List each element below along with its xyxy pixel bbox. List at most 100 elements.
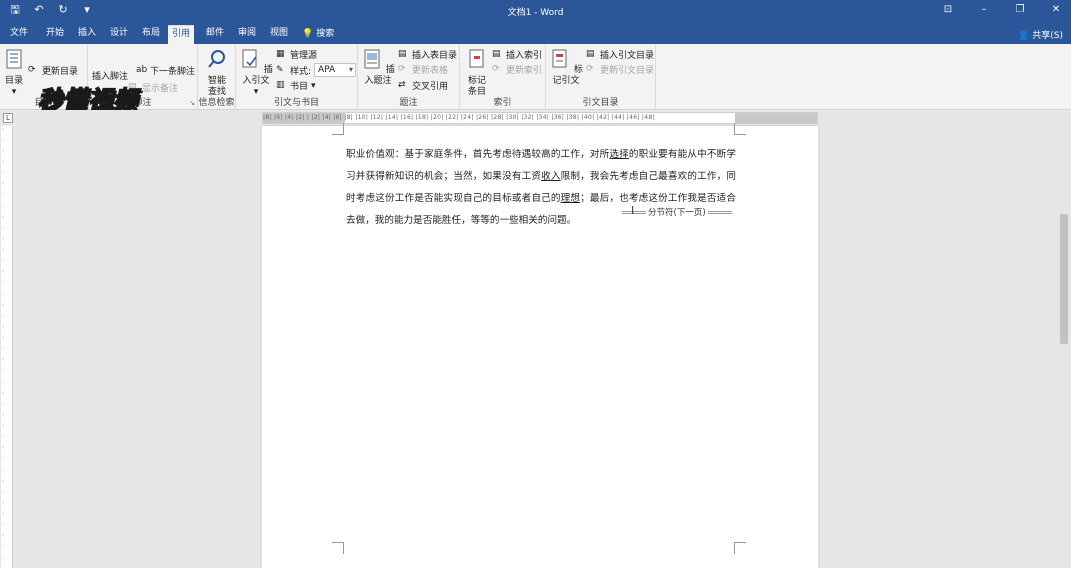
style-icon: ✎	[276, 64, 284, 75]
mark-citation-button[interactable]: 标记引文	[548, 48, 584, 87]
next-footnote-label: 下一条脚注	[150, 67, 196, 77]
style-dropdown[interactable]: APA	[314, 63, 357, 77]
cross-reference-button[interactable]: ⇄ 交叉引用	[398, 79, 448, 92]
ribbon-tabs: 文件 开始 插入 设计 布局 引用 邮件 审阅 视图 💡 搜索 👤 共享(S)	[0, 22, 1071, 44]
close-icon[interactable]: ✕	[1049, 3, 1063, 17]
body-paragraph[interactable]: 职业价值观：基于家庭条件，首先考虑待遇较高的工作，对所选择的职业要有能从中不断学…	[346, 144, 736, 232]
tell-me-search[interactable]: 💡 搜索	[298, 25, 338, 44]
insert-caption-icon	[364, 49, 380, 69]
vertical-ruler-tick: ·	[2, 434, 4, 441]
vertical-ruler-tick: ·	[2, 489, 4, 496]
bibliography-label: 书目	[290, 82, 309, 92]
group-index: 标记 条目 ▤ 插入索引 ⟳ 更新索引 索引	[460, 44, 546, 110]
insert-index-button[interactable]: ▤ 插入索引	[492, 48, 542, 61]
minimize-icon[interactable]: –	[977, 3, 991, 17]
window-controls: ⊡ – ❐ ✕	[941, 3, 1063, 17]
update-index-button[interactable]: ⟳ 更新索引	[492, 63, 542, 76]
smart-lookup-icon	[208, 50, 225, 68]
group-label-toa: 引文目录	[582, 98, 619, 108]
group-label-captions: 题注	[399, 98, 418, 108]
document-canvas: 职业价值观：基于家庭条件，首先考虑待遇较高的工作，对所选择的职业要有能从中不断学…	[14, 123, 1057, 568]
vertical-ruler-tick: ·	[2, 236, 4, 243]
tab-mailings[interactable]: 邮件	[202, 25, 228, 44]
footnote-dialog-launcher-icon[interactable]: ↘	[189, 99, 195, 107]
style-selector[interactable]: ✎ 样式: APA	[276, 63, 357, 77]
vertical-ruler-tick: ·	[2, 214, 4, 221]
tab-file[interactable]: 文件	[6, 25, 32, 44]
vertical-ruler-tick: ·	[2, 555, 4, 562]
insert-toa-label: 插入引文目录	[600, 51, 655, 61]
update-toc-button[interactable]: ⟳ 更新目录	[28, 64, 78, 77]
insert-toa-button[interactable]: ▤ 插入引文目录	[586, 48, 654, 61]
vertical-ruler-tick: ·	[2, 302, 4, 309]
vertical-ruler-tick: ·	[2, 533, 4, 540]
tab-layout[interactable]: 布局	[138, 25, 164, 44]
insert-index-label: 插入索引	[506, 51, 543, 61]
group-table-of-authorities: 标记引文 ▤ 插入引文目录 ⟳ 更新引文目录 引文目录	[546, 44, 656, 110]
vertical-ruler-tick: ·	[2, 456, 4, 463]
insert-table-of-figures-label: 插入表目录	[412, 51, 458, 61]
vertical-ruler-tick: ·	[2, 313, 4, 320]
section-break-label: 分节符(下一页)	[648, 208, 706, 218]
vertical-ruler-tick: ·	[2, 192, 4, 199]
insert-caption-button[interactable]: 插入题注	[360, 48, 396, 87]
tab-review[interactable]: 审阅	[234, 25, 260, 44]
insert-citation-button[interactable]: 插入引文 ▾	[238, 48, 274, 98]
vertical-ruler[interactable]: · · · · · · · · · · · · · · · · · · · · · · · · · · · · · · · · · · · · · · · ·	[1, 126, 13, 568]
underlined-word-1: 选择	[609, 149, 629, 160]
vertical-ruler-tick: ·	[2, 401, 4, 408]
restore-icon[interactable]: ❐	[1013, 3, 1027, 17]
manage-sources-button[interactable]: ▦ 管理源	[276, 48, 317, 61]
vertical-ruler-tick: ·	[2, 500, 4, 507]
lightbulb-icon: 💡	[302, 29, 314, 39]
bibliography-icon: ▥	[276, 80, 285, 90]
tab-references[interactable]: 引用	[168, 25, 195, 44]
vertical-ruler-tick: ·	[2, 170, 4, 177]
para-text-1: 职业价值观：基于家庭条件，首先考虑待遇较高的工作，对所	[346, 149, 610, 160]
tab-selector-icon[interactable]: L	[3, 113, 13, 123]
vertical-ruler-tick: ·	[2, 478, 4, 485]
cross-reference-icon: ⇄	[398, 80, 406, 90]
vertical-ruler-tick: ·	[2, 423, 4, 430]
smart-lookup-label-1: 智能	[207, 76, 226, 86]
ribbon-display-options-icon[interactable]: ⊡	[941, 3, 955, 17]
section-break-marker: 分节符(下一页)	[620, 206, 734, 218]
vertical-ruler-tick: ·	[2, 522, 4, 529]
update-index-icon: ⟳	[492, 64, 500, 74]
share-button[interactable]: 👤 共享(S)	[1018, 28, 1063, 41]
smart-lookup-button[interactable]: 智能 查找	[204, 48, 230, 98]
tab-home[interactable]: 开始	[42, 25, 68, 44]
toc-button[interactable]: 目录 ▾	[4, 48, 24, 98]
document-page[interactable]: 职业价值观：基于家庭条件，首先考虑待遇较高的工作，对所选择的职业要有能从中不断学…	[262, 123, 818, 568]
update-toa-button[interactable]: ⟳ 更新引文目录	[586, 63, 654, 76]
update-table-button[interactable]: ⟳ 更新表格	[398, 63, 448, 76]
tab-view[interactable]: 视图	[266, 25, 292, 44]
insert-toa-icon: ▤	[586, 49, 595, 59]
ruler-ticks: |8| |6| |4| |2| | |2| |4| |6| |8| |10| |…	[263, 114, 655, 121]
tab-design[interactable]: 设计	[106, 25, 132, 44]
update-toa-label: 更新引文目录	[600, 66, 655, 76]
vertical-ruler-tick: ·	[2, 126, 4, 133]
insert-table-of-figures-button[interactable]: ▤ 插入表目录	[398, 48, 457, 61]
search-label: 搜索	[316, 29, 335, 39]
update-icon: ⟳	[28, 65, 36, 75]
vertical-scrollbar[interactable]	[1057, 126, 1071, 568]
vertical-ruler-tick: ·	[2, 544, 4, 551]
insert-citation-icon	[242, 49, 257, 68]
mark-entry-button[interactable]: 标记 条目	[464, 48, 490, 98]
vertical-ruler-tick: ·	[2, 258, 4, 265]
mark-citation-icon	[552, 49, 567, 68]
vertical-ruler-tick: ·	[2, 280, 4, 287]
bibliography-dropdown-icon: ▾	[311, 80, 316, 91]
tab-insert[interactable]: 插入	[74, 25, 100, 44]
vertical-ruler-tick: ·	[2, 203, 4, 210]
underlined-word-2: 收入	[541, 171, 561, 182]
page-corner-top-right	[734, 123, 746, 135]
vertical-ruler-tick: ·	[2, 269, 4, 276]
scrollbar-thumb[interactable]	[1060, 214, 1068, 344]
vertical-ruler-tick: ·	[2, 346, 4, 353]
page-corner-top-left	[332, 123, 344, 135]
vertical-ruler-tick: ·	[2, 445, 4, 452]
bibliography-button[interactable]: ▥ 书目 ▾	[276, 79, 316, 92]
next-footnote-button[interactable]: ab 下一条脚注	[136, 64, 195, 77]
